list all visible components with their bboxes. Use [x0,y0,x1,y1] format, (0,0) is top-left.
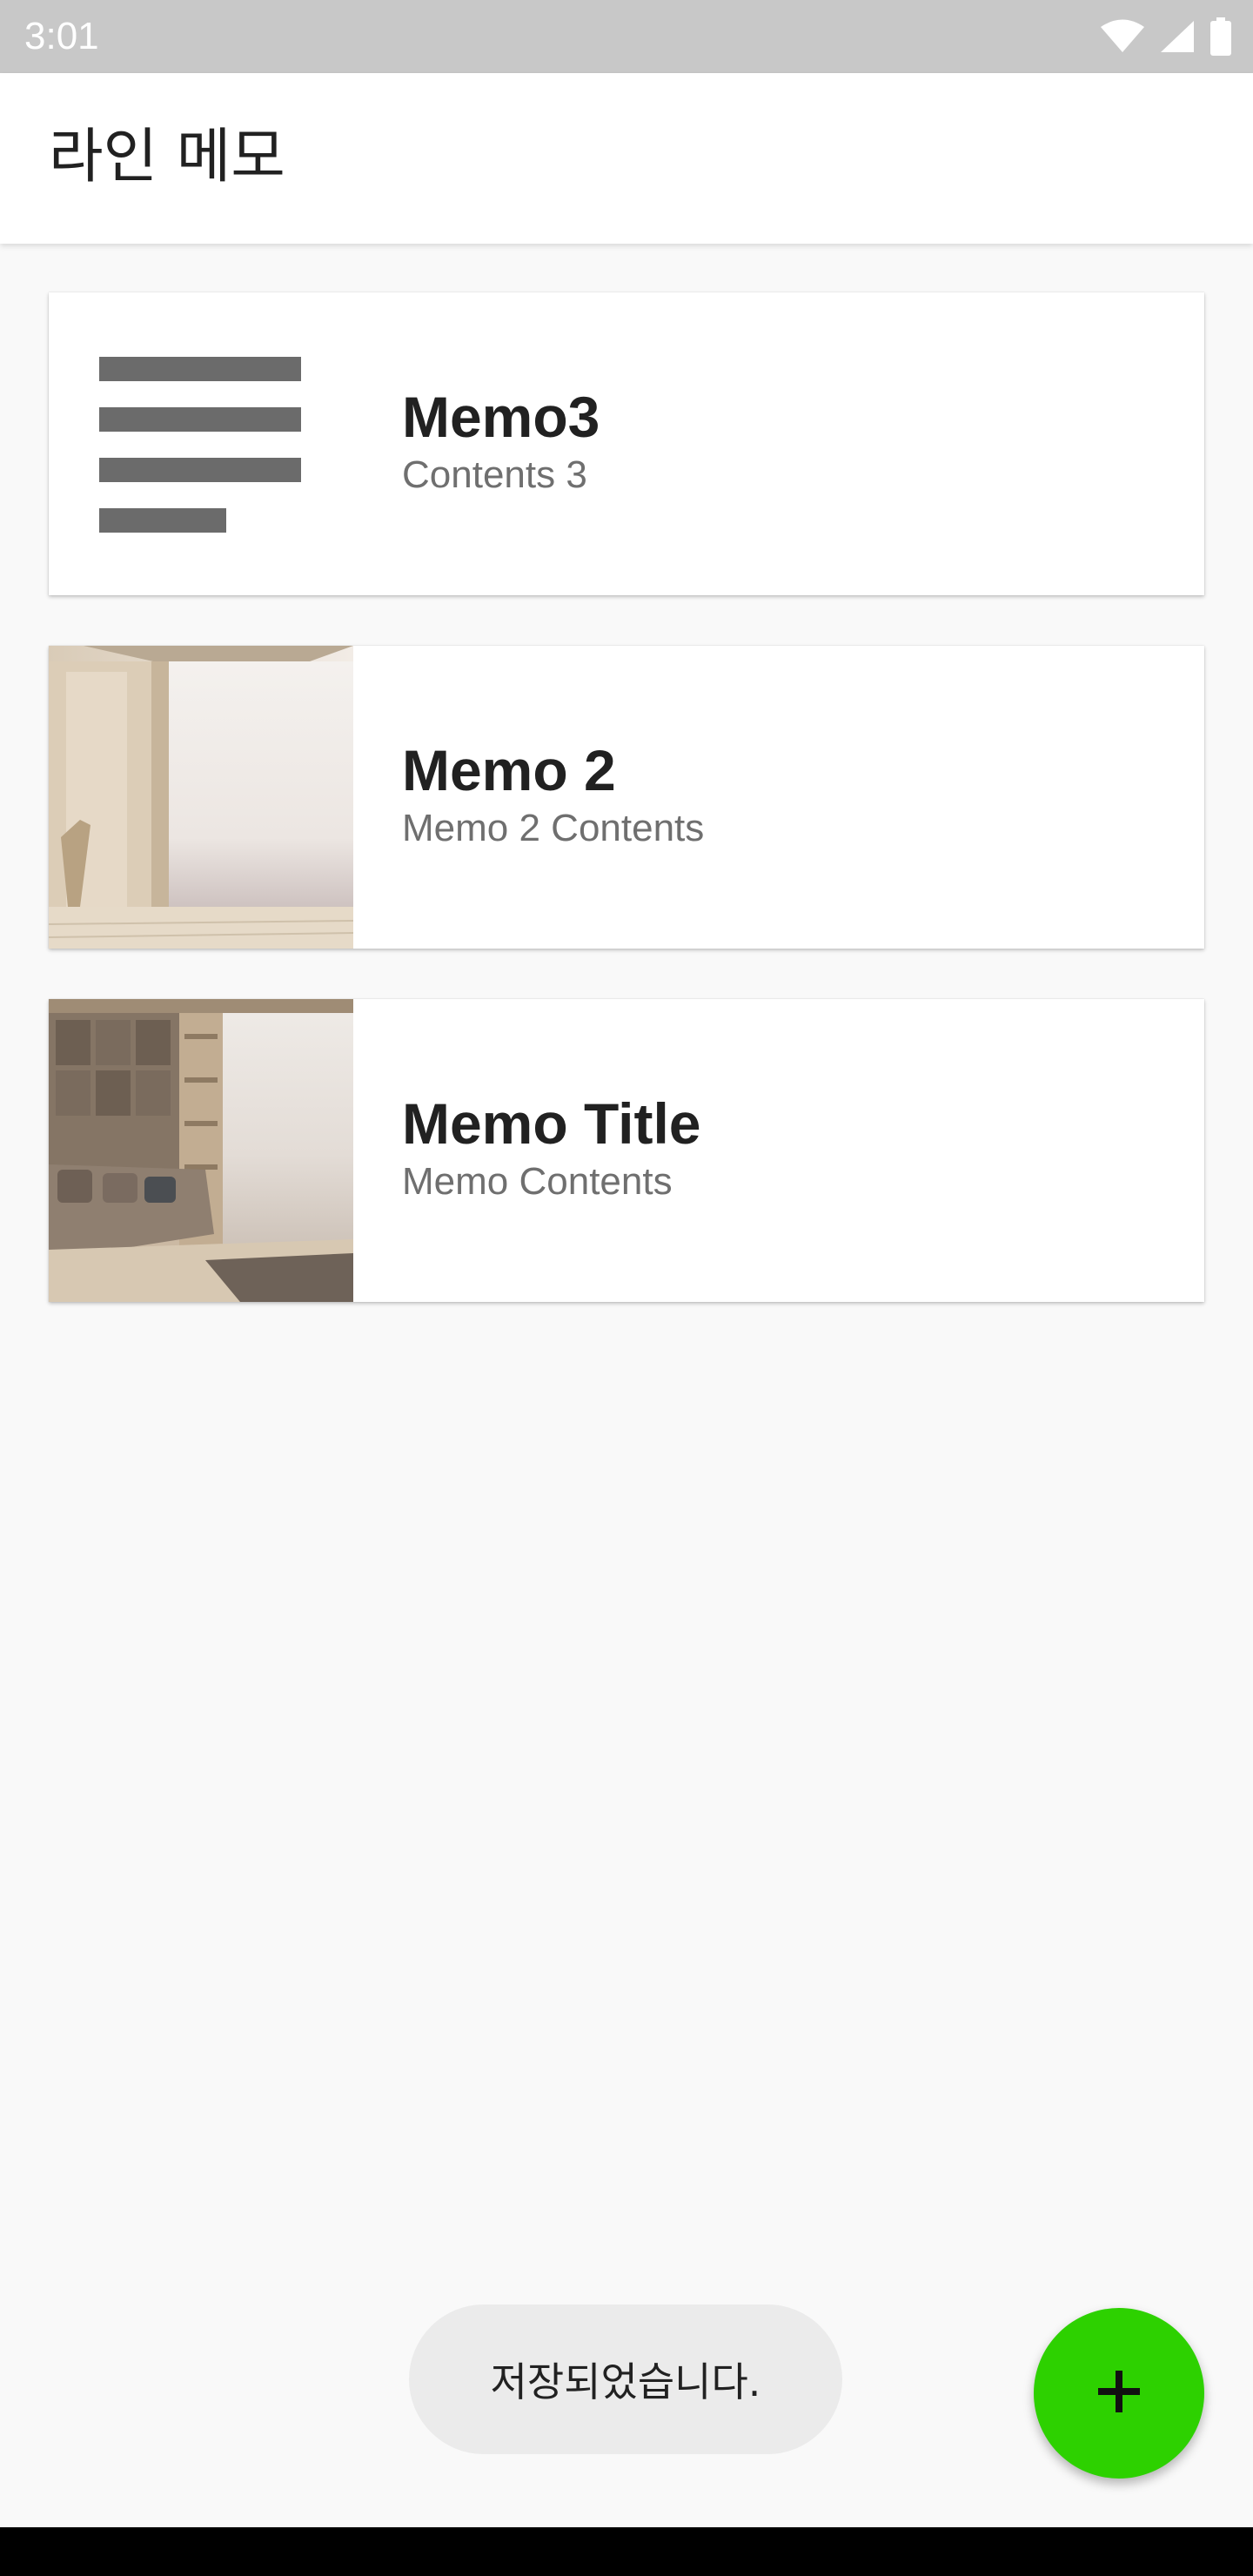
wifi-icon [1100,19,1145,54]
living-room-photo [49,999,353,1302]
app-bar: 라인 메모 [0,73,1253,244]
plus-icon [1095,2367,1143,2420]
memo-contents: Memo 2 Contents [402,807,705,849]
memo-card[interactable]: Memo Title Memo Contents [49,999,1204,1302]
memo-contents: Memo Contents [402,1160,673,1203]
status-bar: 3:01 [0,0,1253,73]
add-memo-button[interactable] [1034,2308,1204,2479]
room-photo [49,646,353,949]
memo-title: Memo3 [402,385,600,449]
text-lines-icon [49,292,353,595]
signal-icon [1159,19,1196,54]
page-title: 라인 메모 [49,123,285,191]
toast-message: 저장되었습니다. [490,2358,761,2405]
status-icons [1100,16,1232,57]
memo-list: Memo3 Contents 3 Memo 2 Memo 2 Contents … [49,292,1204,1352]
status-time: 3:01 [24,15,99,57]
battery-icon [1209,17,1232,56]
memo-card[interactable]: Memo 2 Memo 2 Contents [49,646,1204,949]
memo-title: Memo Title [402,1091,701,1156]
memo-card[interactable]: Memo3 Contents 3 [49,292,1204,595]
memo-title: Memo 2 [402,738,616,802]
toast: 저장되었습니다. [409,2304,842,2454]
navigation-bar [0,2527,1253,2576]
memo-contents: Contents 3 [402,453,587,496]
